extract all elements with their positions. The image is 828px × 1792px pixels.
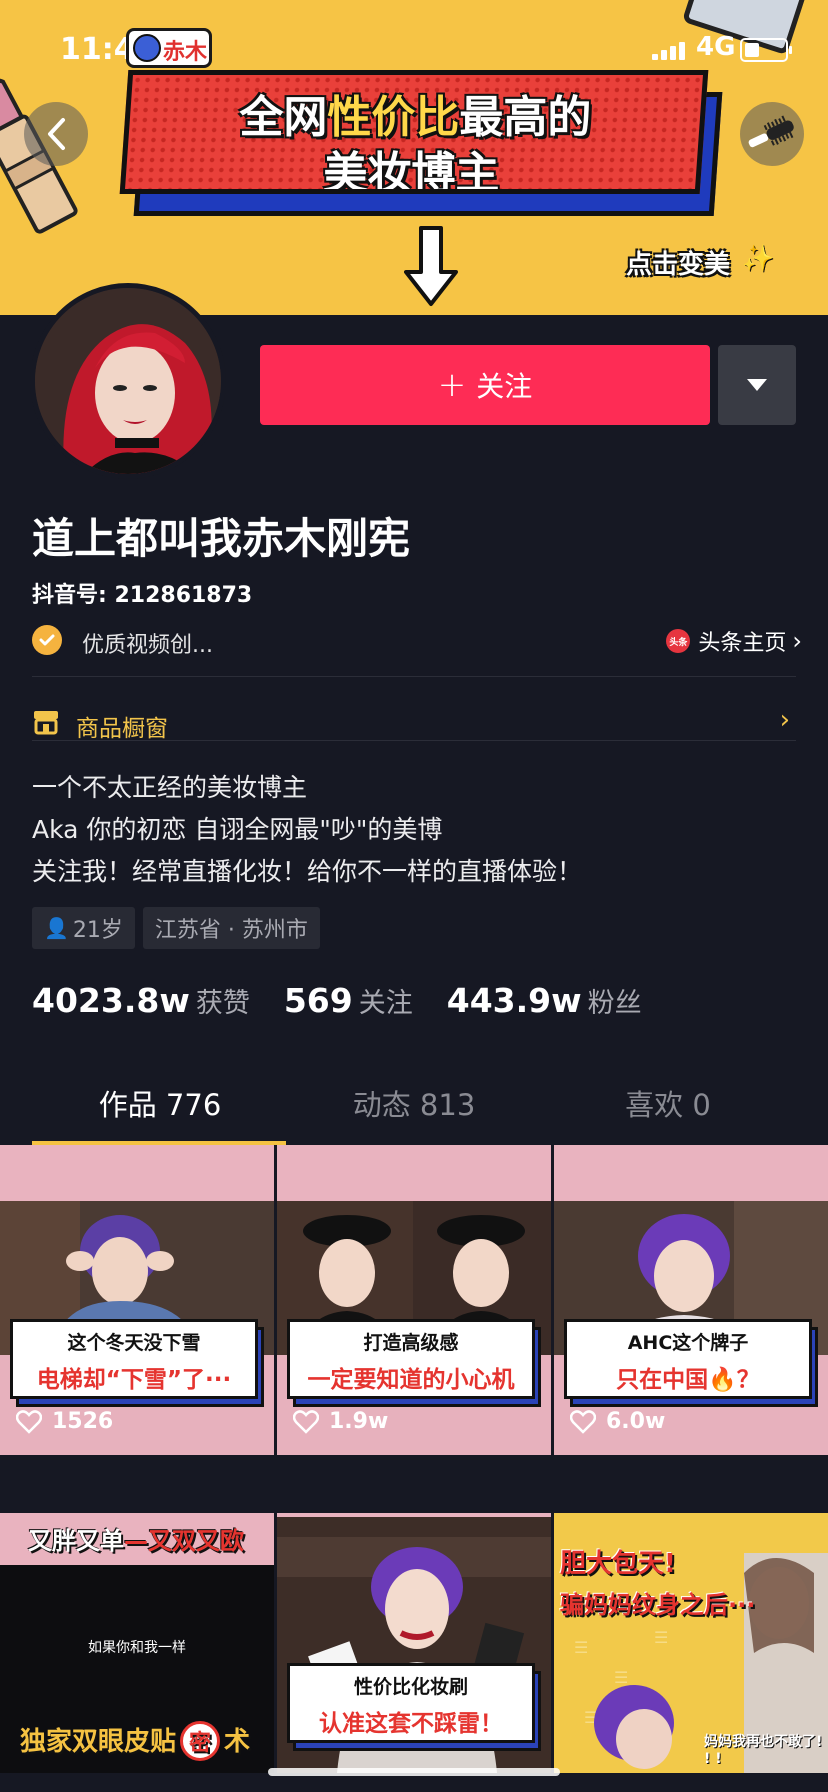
like-count: 1.9w <box>293 1409 388 1434</box>
chevron-right-icon: › <box>779 705 790 735</box>
battery-icon <box>740 38 792 62</box>
toutiao-icon: 头条 <box>666 629 691 653</box>
video-tile[interactable]: 这个冬天没下雪 电梯却“下雪”了··· 1526 <box>0 1145 274 1455</box>
avatar[interactable] <box>30 283 226 479</box>
app-logo: 赤木 <box>126 28 212 68</box>
video-grid: 这个冬天没下雪 电梯却“下雪”了··· 1526 打造高级感 一定要知道的小心机… <box>0 1145 828 1792</box>
divider <box>32 676 796 677</box>
banner-cta: 点击变美 <box>626 250 731 280</box>
shop-window-row[interactable]: 商品橱窗 › <box>32 695 796 755</box>
video-tile[interactable]: 打造高级感 一定要知道的小心机 1.9w <box>277 1145 551 1455</box>
tab-likes[interactable]: 喜欢 0 <box>530 1075 806 1145</box>
back-button[interactable] <box>24 102 88 166</box>
svg-text:☰: ☰ <box>614 1668 628 1687</box>
tab-works[interactable]: 作品 776 <box>22 1075 298 1145</box>
video-caption: AHC这个牌子 只在中国🔥？ <box>564 1319 818 1407</box>
signal-icon <box>652 40 686 60</box>
video-caption-line: 胆大包天! <box>560 1549 676 1579</box>
profile-tags: 👤 21岁 江苏省 · 苏州市 <box>32 907 320 949</box>
follow-label: 关注 <box>476 370 533 403</box>
caret-down-icon <box>747 379 767 391</box>
location-tag: 江苏省 · 苏州市 <box>142 907 320 949</box>
bio-line: Aka 你的初恋 自诩全网最"吵"的美博 <box>32 815 443 844</box>
shop-icon <box>34 711 58 735</box>
toutiao-homepage-link[interactable]: 头条 头条主页 › <box>666 625 802 657</box>
stat-likes: 4023.8w 获赞 <box>32 981 250 1020</box>
plus-icon: + <box>437 365 467 405</box>
video-caption-line: 妈妈我再也不敢了! ! ! <box>704 1734 823 1767</box>
mascot-icon <box>133 34 161 62</box>
bio-line: 关注我！经常直播化妆！给你不一样的直播体验！ <box>32 857 583 886</box>
more-button[interactable] <box>740 102 804 166</box>
user-icon: 👤 <box>44 916 69 940</box>
bio: 一个不太正经的美妆博主 Aka 你的初恋 自诩全网最"吵"的美博 关注我！经常直… <box>32 767 802 893</box>
video-caption-mid: 如果你和我一样 <box>88 1640 186 1656</box>
svg-text:☰: ☰ <box>654 1628 668 1647</box>
stat-following[interactable]: 569 关注 <box>284 981 413 1020</box>
verification-row: 优质视频创... 头条 头条主页 › <box>32 621 802 661</box>
video-tile[interactable]: ☰ ☰ ☰ ☰ 胆大包天! 骗妈妈纹身之后··· 妈妈我再也不敢了! ! ! <box>554 1513 828 1773</box>
mascara-icon <box>748 115 794 148</box>
network-type: 4G <box>696 32 736 62</box>
verified-check-icon <box>32 625 62 655</box>
bio-line: 一个不太正经的美妆博主 <box>32 773 308 802</box>
video-caption: 性价比化妆刷 认准这套不踩雷！ <box>287 1663 541 1751</box>
hero-line-2: 美妆博主 <box>323 148 500 194</box>
profile-stats: 4023.8w 获赞 569 关注 443.9w 粉丝 <box>32 981 676 1020</box>
video-tile[interactable]: 又胖又单—又双又欧 如果你和我一样 独家双眼皮贴密术 <box>0 1513 274 1773</box>
profile-name: 道上都叫我赤木刚宪 <box>32 514 411 563</box>
status-bar: 11:4 赤木 4G <box>0 28 828 72</box>
heart-icon <box>293 1409 319 1434</box>
content-tabs: 作品 776 动态 813 喜欢 0 <box>0 1075 828 1145</box>
toutiao-label: 头条主页 <box>698 631 787 656</box>
chevron-right-icon: › <box>792 627 802 655</box>
verification-text[interactable]: 优质视频创... <box>82 627 213 659</box>
heart-icon <box>16 1409 42 1434</box>
svg-text:☰: ☰ <box>574 1638 588 1657</box>
follow-button[interactable]: + 关注 <box>260 345 710 425</box>
like-count: 1526 <box>16 1409 113 1434</box>
profile-section: + 关注 道上都叫我赤木刚宪 抖音号: 212861873 优质视频创... 头… <box>0 283 828 1145</box>
video-caption-top: 又胖又单—又双又欧 <box>28 1527 244 1555</box>
profile-banner[interactable]: 11:4 赤木 4G 全网性价比最高的 美妆博主 点击变美 ✨ <box>0 0 828 315</box>
status-time: 11:4 <box>60 32 135 67</box>
like-count: 6.0w <box>570 1409 665 1434</box>
hero-title-box: 全网性价比最高的 美妆博主 <box>119 70 709 194</box>
recommend-dropdown-button[interactable] <box>718 345 796 425</box>
video-caption: 这个冬天没下雪 电梯却“下雪”了··· <box>10 1319 264 1407</box>
tab-posts[interactable]: 动态 813 <box>276 1075 552 1145</box>
chevron-left-icon <box>48 118 65 150</box>
hero-line-1: 全网性价比最高的 <box>239 92 592 143</box>
shop-window-label: 商品橱窗 <box>76 716 168 742</box>
sparkle-icon: ✨ <box>742 244 775 274</box>
video-tile[interactable]: 性价比化妆刷 认准这套不踩雷！ <box>277 1513 551 1773</box>
video-tile[interactable]: AHC这个牌子 只在中国🔥？ 6.0w <box>554 1145 828 1455</box>
heart-icon <box>570 1409 596 1434</box>
douyin-id[interactable]: 抖音号: 212861873 <box>32 577 252 609</box>
video-caption-bottom: 独家双眼皮贴密术 <box>20 1721 250 1761</box>
video-caption: 打造高级感 一定要知道的小心机 <box>287 1319 541 1407</box>
avatar-portrait <box>35 288 221 474</box>
stat-followers[interactable]: 443.9w 粉丝 <box>447 981 642 1020</box>
home-indicator[interactable] <box>268 1768 560 1776</box>
divider <box>32 740 796 741</box>
video-caption-line: 骗妈妈纹身之后··· <box>560 1591 756 1619</box>
arrow-down-icon <box>404 226 458 306</box>
app-logo-text: 赤木 <box>163 40 208 65</box>
age-tag: 👤 21岁 <box>32 907 135 949</box>
